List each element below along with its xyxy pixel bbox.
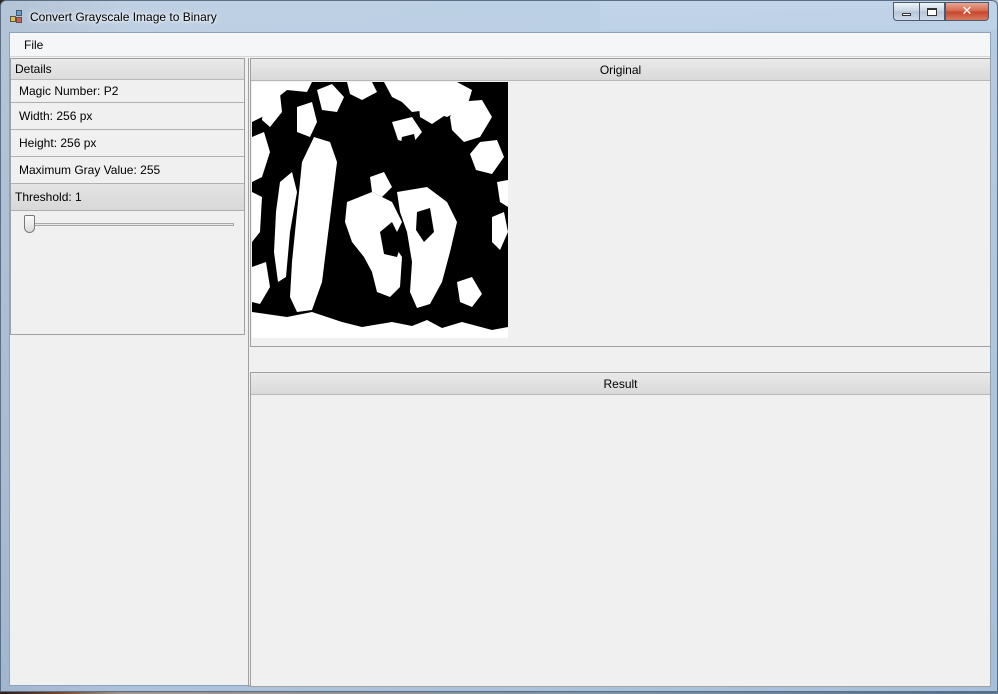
width-label: Width: 256 px <box>11 103 244 130</box>
threshold-slider[interactable] <box>21 211 234 241</box>
title-bar[interactable]: Convert Grayscale Image to Binary ✕ <box>1 1 997 33</box>
slider-track[interactable] <box>25 223 234 226</box>
result-image-area <box>251 396 990 686</box>
details-header: Details <box>11 59 244 80</box>
app-icon <box>10 10 24 24</box>
close-button[interactable]: ✕ <box>945 2 989 21</box>
close-icon: ✕ <box>961 4 973 19</box>
magic-number-label: Magic Number: P2 <box>11 80 244 103</box>
result-header: Result <box>251 373 990 395</box>
result-panel: Result <box>250 372 991 687</box>
minimize-icon <box>902 13 911 16</box>
splitter[interactable] <box>248 58 249 687</box>
minimize-button[interactable] <box>893 2 919 21</box>
threshold-label: Threshold: 1 <box>11 184 244 211</box>
menu-file[interactable]: File <box>16 36 51 54</box>
menu-bar: File <box>10 33 990 57</box>
max-gray-label: Maximum Gray Value: 255 <box>11 157 244 184</box>
slider-thumb[interactable] <box>24 215 35 233</box>
original-panel: Original <box>250 58 991 347</box>
maximize-button[interactable] <box>919 2 945 21</box>
window-title: Convert Grayscale Image to Binary <box>30 10 217 24</box>
binary-image-render <box>252 82 508 338</box>
height-label: Height: 256 px <box>11 130 244 157</box>
client-area: File Details Magic Number: P2 Width: 256… <box>9 32 991 687</box>
details-panel: Details Magic Number: P2 Width: 256 px H… <box>10 58 245 335</box>
maximize-icon <box>927 7 937 16</box>
original-header: Original <box>251 59 990 81</box>
app-window: Convert Grayscale Image to Binary ✕ File… <box>0 0 998 692</box>
caption-buttons: ✕ <box>893 2 989 21</box>
original-image <box>252 82 508 338</box>
